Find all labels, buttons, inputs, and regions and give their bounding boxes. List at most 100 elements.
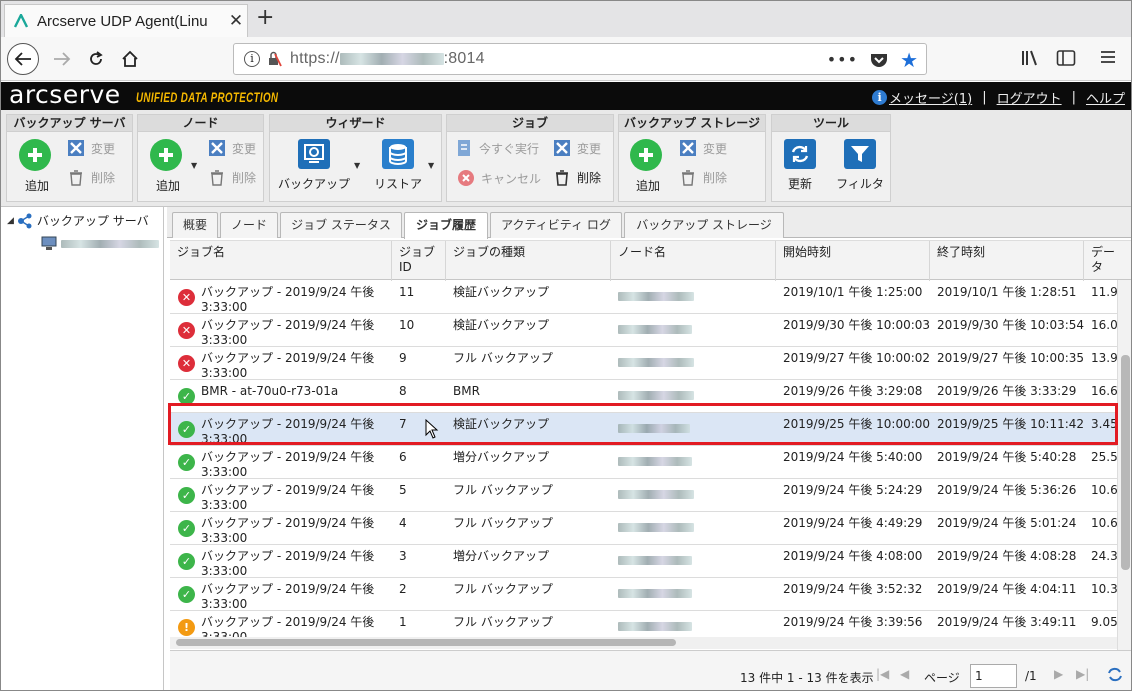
- cell-data: 3.45: [1091, 417, 1118, 431]
- edit-icon: [68, 140, 84, 156]
- col-node-name[interactable]: ノード名: [611, 241, 776, 281]
- button-label: 削除: [577, 171, 602, 185]
- cell-start-time: 2019/9/24 午後 5:24:29: [783, 483, 923, 497]
- cell-job-name: バックアップ - 2019/9/24 午後3:33:00: [201, 285, 374, 315]
- dropdown-arrow-icon[interactable]: ▼: [191, 161, 197, 170]
- restore-icon: [382, 139, 414, 169]
- table-row[interactable]: ✕ バックアップ - 2019/9/24 午後 3:33:00 10 検証バックアップ 2…: [170, 314, 1118, 347]
- info-icon[interactable]: i: [244, 51, 260, 67]
- job-name-line2: 3:33:00: [201, 465, 248, 479]
- run-now-button[interactable]: 今すぐ実行: [457, 139, 539, 157]
- table-row[interactable]: ✓ バックアップ - 2019/9/24 午後 3:33:00 5 フル バックアップ 2…: [170, 479, 1118, 513]
- new-tab-button[interactable]: +: [256, 5, 274, 30]
- table-row[interactable]: ✕ バックアップ - 2019/9/24 午後 3:33:00 9 フル バックアップ 2…: [170, 347, 1118, 380]
- prev-page-icon[interactable]: ◀: [900, 667, 909, 681]
- table-row[interactable]: ✓ バックアップ - 2019/9/24 午後 3:33:00 2 フル バックアップ 2…: [170, 578, 1118, 611]
- col-job-id[interactable]: ジョブ ID: [392, 241, 446, 281]
- backup-server-add-button[interactable]: 追加: [19, 139, 55, 194]
- redacted-node-name: [618, 391, 694, 400]
- address-bar[interactable]: i https://:8014 ••• ★: [233, 43, 927, 75]
- tree-server-node[interactable]: [41, 236, 159, 251]
- job-edit-button[interactable]: 変更: [553, 139, 601, 157]
- horizontal-scroll-thumb[interactable]: [176, 639, 676, 646]
- first-page-icon[interactable]: |◀: [876, 667, 889, 681]
- vertical-scroll-thumb[interactable]: [1121, 355, 1130, 570]
- help-link[interactable]: ヘルプ: [1086, 88, 1125, 107]
- filter-button[interactable]: フィルタ: [832, 139, 888, 192]
- sidebar-icon[interactable]: [1056, 49, 1076, 67]
- page-number-input[interactable]: 1: [970, 664, 1017, 688]
- col-start-time[interactable]: 開始時刻: [776, 241, 930, 281]
- insecure-lock-icon[interactable]: [266, 51, 282, 67]
- message-info-icon: i: [872, 90, 888, 105]
- tree-root-backup-server[interactable]: ◢ バックアップ サーバ: [7, 212, 149, 229]
- redacted-node-name: [618, 457, 692, 466]
- table-row[interactable]: ✕ バックアップ - 2019/9/24 午後 3:33:00 11 検証バックアップ 2…: [170, 281, 1118, 315]
- tab-overview[interactable]: 概要: [172, 212, 218, 238]
- backup-server-delete-button[interactable]: 削除: [69, 169, 115, 186]
- job-cancel-button[interactable]: キャンセル: [457, 169, 541, 187]
- tab-activity-log[interactable]: アクティビティ ログ: [490, 212, 622, 238]
- col-end-time[interactable]: 終了時刻: [930, 241, 1084, 281]
- page-actions-icon[interactable]: •••: [827, 50, 858, 69]
- col-job-name[interactable]: ジョブ名: [170, 241, 392, 281]
- job-delete-button[interactable]: 削除: [555, 169, 601, 186]
- warning-status-icon: !: [178, 619, 195, 636]
- table-row[interactable]: ✓ バックアップ - 2019/9/24 午後 3:33:00 4 フル バックアップ 2…: [170, 512, 1118, 546]
- ribbon-toolbar: バックアップ サーバ 追加 変更 削除 ノード 追加 ▼ 変更 削除 ウィザード…: [1, 110, 1131, 207]
- node-delete-button[interactable]: 削除: [210, 169, 256, 186]
- cell-job-type: フル バックアップ: [453, 516, 553, 530]
- close-tab-icon[interactable]: ✕: [225, 11, 247, 31]
- col-data[interactable]: データ: [1084, 241, 1131, 281]
- storage-edit-button[interactable]: 変更: [679, 139, 727, 157]
- storage-delete-button[interactable]: 削除: [681, 169, 727, 186]
- job-name-line1: バックアップ - 2019/9/24 午後: [201, 516, 375, 530]
- table-row[interactable]: ✓ バックアップ - 2019/9/24 午後 3:33:00 3 増分バックアップ 20…: [170, 545, 1118, 578]
- job-name-line2: 3:33:00: [201, 597, 248, 611]
- vertical-scrollbar[interactable]: [1117, 280, 1131, 650]
- button-label: 変更: [91, 141, 116, 156]
- last-page-icon[interactable]: ▶|: [1076, 667, 1089, 681]
- hamburger-menu-icon[interactable]: [1099, 49, 1117, 65]
- refresh-button[interactable]: 更新: [778, 139, 822, 192]
- dropdown-arrow-icon[interactable]: ▼: [354, 161, 360, 170]
- browser-tab[interactable]: Arcserve UDP Agent(Linu ✕: [4, 4, 248, 37]
- collapse-triangle-icon[interactable]: ◢: [7, 216, 14, 226]
- library-icon[interactable]: [1021, 49, 1041, 67]
- forward-button[interactable]: [47, 44, 77, 74]
- cell-data: 9.05: [1091, 615, 1118, 629]
- job-name-line2: 3:33:00: [201, 564, 248, 578]
- cell-job-id: 3: [399, 549, 407, 563]
- job-name-line1: バックアップ - 2019/9/24 午後: [201, 318, 375, 332]
- tab-backup-storage[interactable]: バックアップ ストレージ: [624, 212, 784, 238]
- refresh-page-icon[interactable]: [1106, 665, 1124, 683]
- col-job-type[interactable]: ジョブの種類: [446, 241, 611, 281]
- pocket-icon[interactable]: [870, 52, 888, 68]
- error-status-icon: ✕: [178, 289, 195, 306]
- table-row[interactable]: ✓ バックアップ - 2019/9/24 午後 3:33:00 6 増分バックアップ 20…: [170, 446, 1118, 479]
- table-row[interactable]: ✓ BMR - at-70u0-r73-01a 8 BMR 2019/9/26 午後 3…: [170, 380, 1118, 413]
- dropdown-arrow-icon[interactable]: ▼: [428, 161, 434, 170]
- horizontal-scrollbar[interactable]: [170, 637, 1117, 649]
- reload-button[interactable]: [81, 44, 111, 74]
- tab-node[interactable]: ノード: [220, 212, 278, 238]
- messages-link[interactable]: メッセージ(1): [889, 88, 972, 107]
- logout-link[interactable]: ログアウト: [997, 88, 1062, 107]
- node-edit-button[interactable]: 変更: [208, 139, 256, 157]
- cell-job-name: バックアップ - 2019/9/24 午後3:33:00: [201, 483, 374, 513]
- tab-job-history[interactable]: ジョブ履歴: [404, 212, 488, 239]
- cell-job-name: バックアップ - 2019/9/24 午後3:33:00: [201, 516, 374, 546]
- backup-wizard-button[interactable]: バックアップ: [276, 139, 352, 192]
- bookmark-star-icon[interactable]: ★: [900, 48, 918, 72]
- next-page-icon[interactable]: ▶: [1054, 667, 1063, 681]
- storage-add-button[interactable]: 追加: [630, 139, 666, 194]
- table-row[interactable]: ✓ バックアップ - 2019/9/24 午後 3:33:00 7 検証バックアップ 20…: [170, 413, 1118, 446]
- success-status-icon: ✓: [178, 553, 195, 570]
- node-add-button[interactable]: 追加: [150, 139, 186, 194]
- backup-server-edit-button[interactable]: 変更: [67, 139, 115, 157]
- restore-wizard-button[interactable]: リストア: [366, 139, 430, 192]
- home-button[interactable]: [115, 44, 145, 74]
- error-status-icon: ✕: [178, 355, 195, 372]
- back-button[interactable]: [7, 43, 39, 75]
- tab-job-status[interactable]: ジョブ ステータス: [280, 212, 402, 238]
